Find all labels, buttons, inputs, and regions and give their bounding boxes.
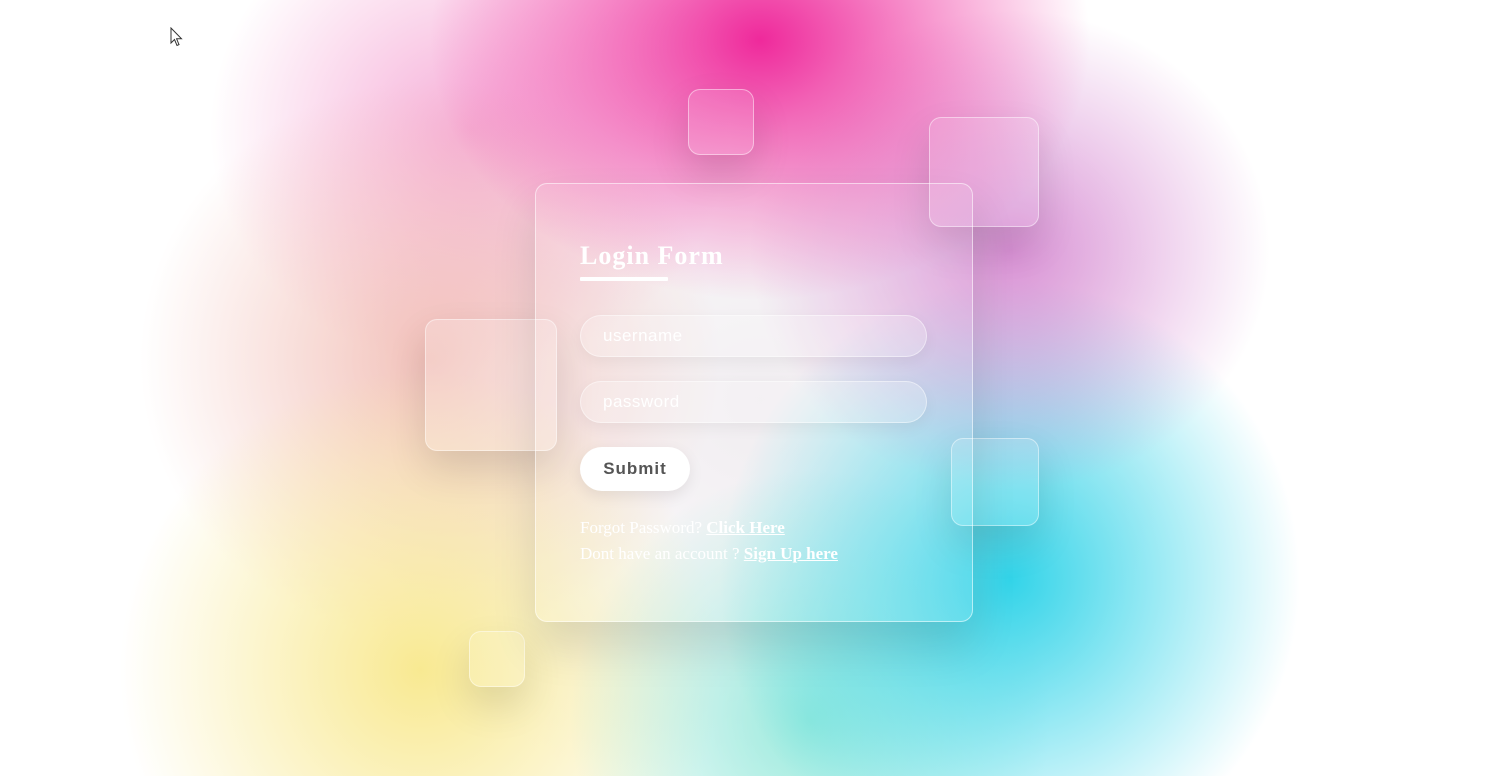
- signup-link[interactable]: Sign Up here: [744, 544, 838, 563]
- decorative-glass-square: [469, 631, 525, 687]
- signup-line: Dont have an account ? Sign Up here: [580, 543, 838, 565]
- login-card: Login Form Submit Forgot Password? Click…: [535, 183, 973, 622]
- forgot-password-text: Forgot Password?: [580, 518, 702, 537]
- mouse-pointer-icon: [170, 27, 183, 47]
- form-title: Login Form: [580, 241, 724, 270]
- decorative-glass-square: [688, 89, 754, 155]
- forgot-password-link[interactable]: Click Here: [706, 518, 785, 537]
- password-input[interactable]: [580, 381, 927, 423]
- submit-button[interactable]: Submit: [580, 447, 690, 491]
- forgot-password-line: Forgot Password? Click Here: [580, 517, 785, 539]
- username-input[interactable]: [580, 315, 927, 357]
- signup-text: Dont have an account ?: [580, 544, 740, 563]
- title-underline: [580, 277, 668, 281]
